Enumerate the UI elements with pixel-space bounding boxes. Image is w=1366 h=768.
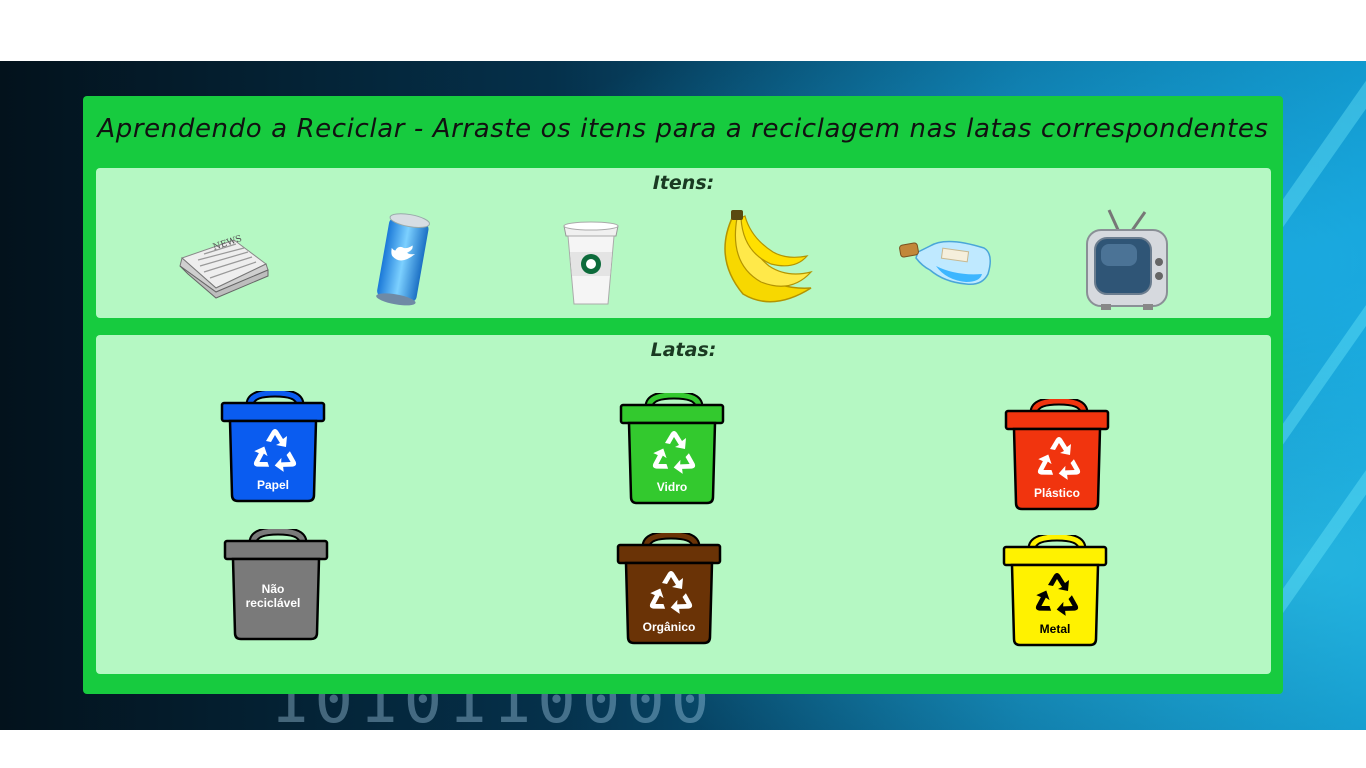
recycling-bin-nao-reciclavel[interactable]: Não reciclável [223, 529, 333, 644]
game-panel: Aprendendo a Reciclar - Arraste os itens… [83, 96, 1283, 694]
cans-label: Latas: [650, 339, 717, 361]
bin-label: Orgânico [643, 620, 696, 634]
recycling-bin-graphic: Metal [1002, 535, 1108, 647]
bin-label: Plástico [1034, 486, 1080, 500]
recycling-bin-vidro[interactable]: Vidro [619, 393, 729, 508]
recycling-bin-metal[interactable]: Metal [1002, 535, 1112, 650]
soda-can-icon [376, 213, 430, 306]
banana-icon [724, 210, 813, 303]
items-area: Itens: NEWS [96, 168, 1271, 318]
glass-bottle-icon [899, 240, 991, 286]
recycling-bin-graphic: Nãoreciclável [223, 529, 329, 641]
coffee-cup-item[interactable] [556, 212, 626, 316]
television-icon [1086, 209, 1168, 310]
recycling-bin-graphic: Papel [220, 391, 326, 503]
recycling-bin-papel[interactable]: Papel [220, 391, 330, 506]
recycling-bin-graphic: Vidro [619, 393, 725, 505]
bin-label-line1: Não [262, 582, 285, 596]
bin-label: Papel [257, 478, 289, 492]
glass-bottle-item[interactable] [896, 230, 996, 298]
page-title: Aprendendo a Reciclar - Arraste os itens… [97, 114, 1269, 144]
recycling-bin-graphic: Plástico [1004, 399, 1110, 511]
recycling-bin-plastico[interactable]: Plástico [1004, 399, 1114, 514]
soda-can-item[interactable] [368, 208, 438, 314]
coffee-cup-icon [563, 221, 619, 305]
newspaper-item[interactable]: NEWS [174, 230, 274, 309]
banana-item[interactable] [711, 208, 821, 316]
recycling-bin-graphic: Orgânico [616, 533, 722, 645]
items-label: Itens: [652, 172, 715, 194]
television-item[interactable] [1079, 206, 1175, 318]
bin-label-line2: reciclável [246, 596, 301, 610]
recycling-bin-organico[interactable]: Orgânico [616, 533, 726, 648]
cans-area: Latas: Papel Vidro Plástico Não recicláve… [96, 335, 1271, 674]
newspaper-icon: NEWS [179, 234, 269, 299]
bin-label: Vidro [657, 480, 687, 494]
bin-label: Metal [1040, 622, 1071, 636]
